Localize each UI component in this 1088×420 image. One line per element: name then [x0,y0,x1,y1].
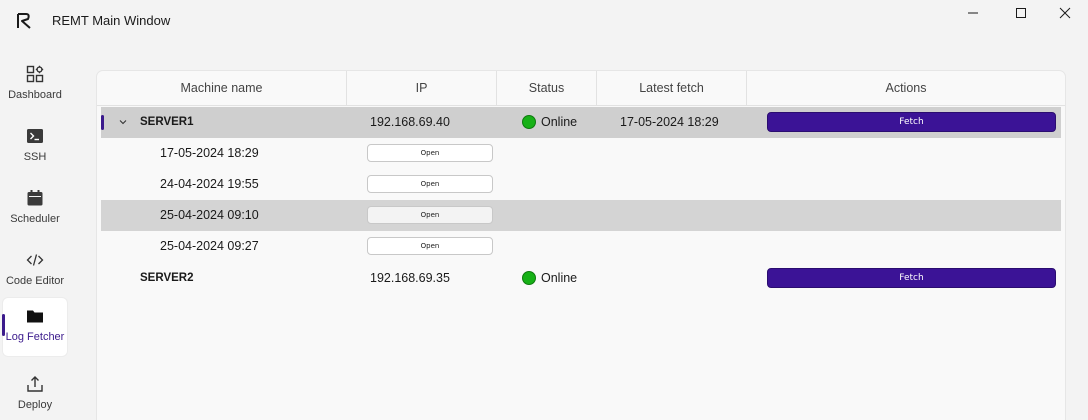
latest-fetch: 17-05-2024 18:29 [620,115,719,129]
sidebar-item-label: Code Editor [5,275,65,287]
table-row-server2[interactable]: SERVER2 192.168.69.35 Online Fetch [101,263,1061,294]
sidebar-item-label: SSH [23,151,47,163]
close-icon [1059,6,1071,24]
status-online-icon [522,115,536,129]
status-text: Online [541,271,578,285]
chevron-down-icon[interactable] [117,115,129,127]
maximize-icon [1015,6,1027,24]
calendar-icon [25,188,45,208]
maximize-button[interactable] [998,0,1044,30]
sidebar-item-log-fetcher[interactable]: Log Fetcher [2,298,67,356]
table-header: Machine name IP Status Latest fetch Acti… [97,71,1065,106]
sidebar-item-scheduler[interactable]: Scheduler [3,180,67,238]
log-date: 24-04-2024 19:55 [160,177,259,191]
close-button[interactable] [1042,0,1088,30]
folder-icon [25,306,45,326]
open-log-button[interactable]: Open [367,175,493,193]
log-row[interactable]: 17-05-2024 18:29 Open [101,138,1061,169]
column-status[interactable]: Status [497,71,597,105]
log-row[interactable]: 25-04-2024 09:27 Open [101,231,1061,262]
status-online-icon [522,271,536,285]
app-logo-icon [14,11,34,31]
ip-address: 192.168.69.35 [370,271,450,285]
column-latest-fetch[interactable]: Latest fetch [597,71,747,105]
sidebar-item-label: Deploy [17,399,53,411]
code-icon [25,250,45,270]
sidebar-nav: Dashboard SSH Scheduler Code Editor Log … [0,56,70,420]
open-log-button[interactable]: Open [367,144,493,162]
upload-icon [25,374,45,394]
column-actions[interactable]: Actions [747,71,1065,105]
log-date: 25-04-2024 09:27 [160,239,259,253]
log-row[interactable]: 24-04-2024 19:55 Open [101,169,1061,200]
sidebar-item-ssh[interactable]: SSH [3,118,67,176]
log-date: 25-04-2024 09:10 [160,208,259,222]
dashboard-icon [25,64,45,84]
sidebar-item-deploy[interactable]: Deploy [3,366,67,420]
log-row[interactable]: 25-04-2024 09:10 Open [101,200,1061,231]
sidebar-item-label: Scheduler [10,213,60,225]
log-fetcher-panel: Machine name IP Status Latest fetch Acti… [96,70,1066,420]
status-text: Online [541,115,578,129]
fetch-button[interactable]: Fetch [767,112,1056,132]
table-row-server1[interactable]: SERVER1 192.168.69.40 Online 17-05-2024 … [101,107,1061,138]
minimize-icon [967,6,979,24]
selection-indicator [101,115,104,130]
title-bar: REMT Main Window [0,0,1088,42]
sidebar-item-dashboard[interactable]: Dashboard [3,56,67,114]
column-ip[interactable]: IP [347,71,497,105]
open-log-button[interactable]: Open [367,206,493,224]
sidebar-item-label: Dashboard [8,89,62,101]
terminal-icon [25,126,45,146]
sidebar-item-label: Log Fetcher [5,331,65,343]
window-title: REMT Main Window [52,13,171,28]
machine-name: SERVER2 [140,272,194,284]
column-machine-name[interactable]: Machine name [97,71,347,105]
minimize-button[interactable] [950,0,996,30]
open-log-button[interactable]: Open [367,237,493,255]
machine-name: SERVER1 [140,116,194,128]
ip-address: 192.168.69.40 [370,115,450,129]
sidebar-item-code-editor[interactable]: Code Editor [3,242,67,300]
fetch-button[interactable]: Fetch [767,268,1056,288]
log-date: 17-05-2024 18:29 [160,146,259,160]
